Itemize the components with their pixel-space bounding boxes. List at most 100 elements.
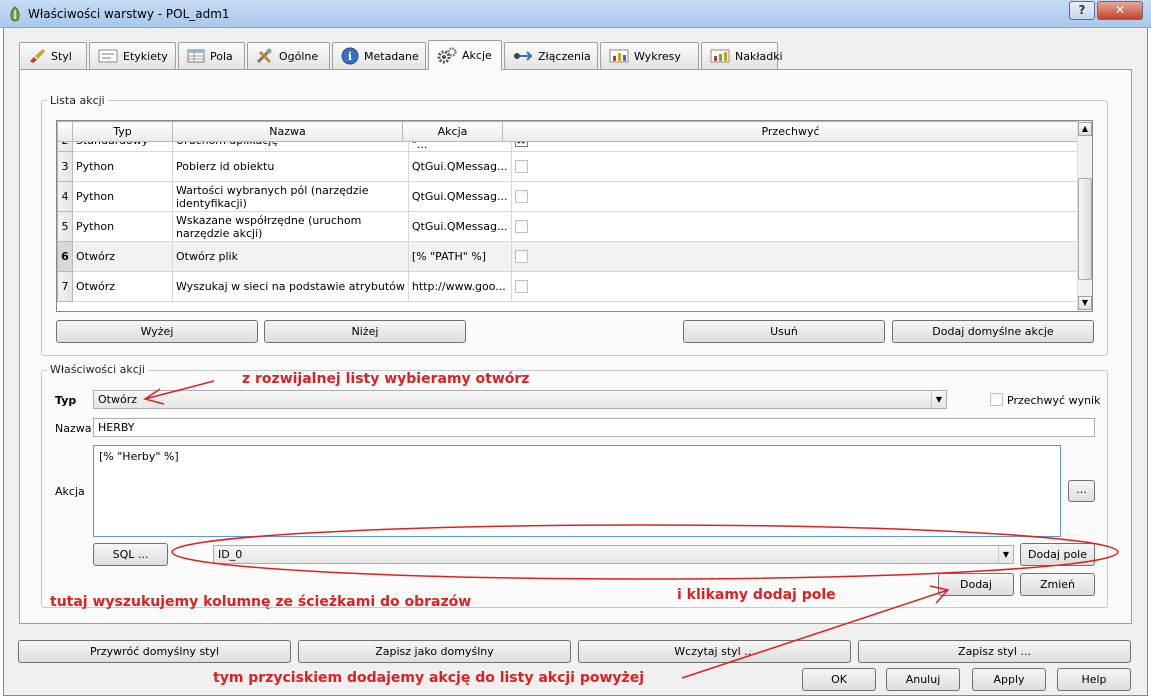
cell-capture[interactable] [510, 151, 1088, 182]
action-textarea[interactable]: [% "Herby" %] [93, 445, 1061, 537]
name-label: Nazwa [55, 422, 92, 435]
row-number: 6 [57, 241, 73, 272]
capture-output-label: Przechwyć wynik [1007, 394, 1101, 407]
apply-button[interactable]: Apply [972, 668, 1046, 691]
header-corner [57, 121, 73, 142]
tab-wykresy[interactable]: Wykresy [600, 42, 699, 69]
type-combobox-value: Otwórz [98, 393, 137, 406]
capture-checkbox[interactable] [514, 160, 528, 174]
table-row[interactable]: 5 Python Wskazane współrzędne (uruchom n… [57, 211, 1088, 242]
add-field-button[interactable]: Dodaj pole [1020, 543, 1095, 566]
table-row[interactable]: 4 Python Wartości wybranych pól (narzędz… [57, 181, 1088, 212]
field-combobox[interactable]: ID_0 ▼ [213, 545, 1014, 564]
move-up-button[interactable]: Wyżej [56, 320, 258, 343]
tab-label: Metadane [364, 49, 419, 63]
row-number: 5 [57, 211, 73, 242]
join-icon [514, 51, 533, 61]
row-number: 7 [57, 271, 73, 302]
row-number: 4 [57, 181, 73, 212]
table-row[interactable]: 7 Otwórz Wyszukaj w sieci na podstawie a… [57, 271, 1088, 302]
cell-action[interactable]: [% "PATH" %] [407, 241, 512, 272]
action-list-group-label: Lista akcji [47, 94, 108, 107]
capture-checkbox[interactable] [514, 190, 528, 204]
cell-action[interactable]: QtGui.QMessag... [407, 181, 512, 212]
close-window-button[interactable]: ✕ [1097, 1, 1143, 20]
tab-etykiety[interactable]: Etykiety [89, 42, 176, 69]
cell-type[interactable]: Python [72, 181, 173, 212]
cell-name[interactable]: Pobierz id obiektu [172, 151, 409, 182]
chart-icon [609, 49, 629, 63]
annotation-find-column: tutaj wyszukujemy kolumnę ze ścieżkami d… [50, 594, 472, 610]
overlay-icon [710, 49, 730, 63]
cell-type[interactable]: Python [72, 151, 173, 182]
remove-action-button[interactable]: Usuń [683, 320, 885, 343]
cell-name[interactable]: Wskazane współrzędne (uruchom narzędzie … [172, 211, 409, 242]
change-action-button[interactable]: Zmień [1020, 573, 1095, 596]
cell-capture[interactable] [510, 241, 1088, 272]
scroll-down-arrow-icon[interactable]: ▼ [1078, 296, 1092, 310]
cell-capture[interactable] [510, 211, 1088, 242]
annotation-select-open: z rozwijalnej listy wybieramy otwórz [242, 371, 530, 387]
scrollbar-thumb[interactable] [1078, 178, 1092, 280]
capture-checkbox[interactable] [514, 250, 528, 264]
window-title: Właściwości warstwy - POL_adm1 [28, 7, 230, 21]
cell-name[interactable]: Otwórz plik [172, 241, 409, 272]
tab-ogolne[interactable]: Ogólne [247, 42, 330, 69]
column-header-name[interactable]: Nazwa [172, 121, 403, 142]
tab-label: Akcje [462, 49, 492, 62]
tab-zlaczenia[interactable]: Złączenia [504, 42, 598, 69]
tab-pola[interactable]: Pola [178, 42, 245, 69]
chevron-down-icon[interactable]: ▼ [931, 391, 946, 408]
sql-button[interactable]: SQL ... [93, 543, 168, 566]
capture-checkbox[interactable] [514, 220, 528, 234]
type-combobox[interactable]: Otwórz ▼ [93, 390, 947, 409]
capture-output-checkbox[interactable] [990, 393, 1003, 406]
cell-type[interactable]: Python [72, 211, 173, 242]
save-as-default-button[interactable]: Zapisz jako domyślny [298, 640, 571, 663]
scroll-up-arrow-icon[interactable]: ▲ [1078, 122, 1092, 136]
help-icon[interactable]: ? [1069, 1, 1095, 20]
add-default-actions-button[interactable]: Dodaj domyślne akcje [892, 320, 1094, 343]
table-row[interactable]: 3 Python Pobierz id obiektu QtGui.QMessa… [57, 151, 1088, 182]
svg-text:i: i [348, 50, 352, 63]
cell-type[interactable]: Otwórz [72, 271, 173, 302]
cell-capture[interactable] [510, 271, 1088, 302]
restore-default-style-button[interactable]: Przywróć domyślny styl [18, 640, 291, 663]
column-header-action[interactable]: Akcja [402, 121, 503, 142]
cell-name[interactable]: Wyszukaj w sieci na podstawie atrybutów [172, 271, 409, 302]
cell-action[interactable]: QtGui.QMessag... [407, 151, 512, 182]
tab-styl[interactable]: Styl [19, 42, 87, 69]
chevron-down-icon[interactable]: ▼ [998, 546, 1013, 563]
tab-metadane[interactable]: i Metadane [332, 42, 426, 69]
browse-button[interactable]: ... [1068, 480, 1095, 502]
tab-label: Wykresy [634, 49, 681, 63]
info-icon: i [341, 47, 359, 65]
annotation-add-action: tym przyciskiem dodajemy akcję do listy … [213, 670, 644, 686]
labels-icon [98, 49, 118, 63]
name-input[interactable]: HERBY [93, 418, 1095, 437]
cell-name[interactable]: Wartości wybranych pól (narzędzie identy… [172, 181, 409, 212]
row-number: 3 [57, 151, 73, 182]
column-header-type[interactable]: Typ [72, 121, 173, 142]
cell-type[interactable]: Otwórz [72, 241, 173, 272]
capture-checkbox[interactable] [514, 280, 528, 294]
tab-label: Styl [51, 49, 72, 63]
load-style-button[interactable]: Wczytaj styl ... [578, 640, 851, 663]
tab-nakladki[interactable]: Nakładki [701, 42, 783, 69]
cell-capture[interactable] [510, 181, 1088, 212]
action-properties-group-label: Właściwości akcji [47, 363, 148, 376]
cell-action[interactable]: QtGui.QMessag... [407, 211, 512, 242]
type-label: Typ [55, 394, 77, 407]
cancel-button[interactable]: Anuluj [886, 668, 960, 691]
column-header-capture[interactable]: Przechwyć [502, 121, 1079, 142]
table-row-selected[interactable]: 6 Otwórz Otwórz plik [% "PATH" %] [57, 241, 1088, 272]
tab-akcje[interactable]: Akcje [428, 40, 502, 70]
save-style-button[interactable]: Zapisz styl ... [858, 640, 1131, 663]
ok-button[interactable]: OK [802, 668, 876, 691]
actions-table[interactable]: 2 Standardowy Uruchom aplikację ogr2ogr … [56, 120, 1093, 312]
tab-label: Pola [210, 49, 233, 63]
add-action-button[interactable]: Dodaj [938, 573, 1014, 596]
cell-action[interactable]: http://www.goo... [407, 271, 512, 302]
help-button[interactable]: Help [1057, 668, 1131, 691]
move-down-button[interactable]: Niżej [264, 320, 466, 343]
